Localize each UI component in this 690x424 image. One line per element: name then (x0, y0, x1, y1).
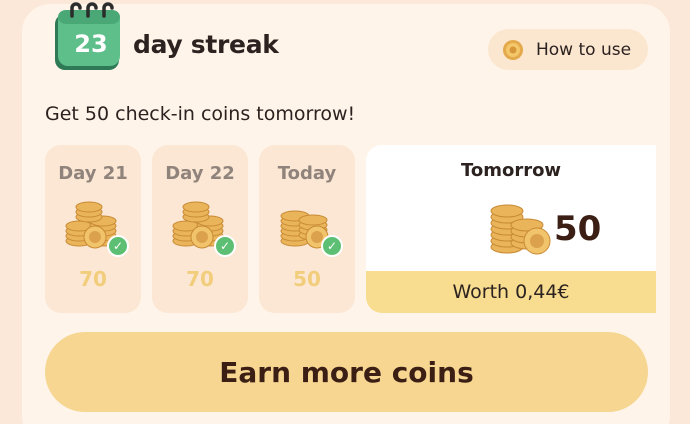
streak-title: day streak (133, 30, 279, 59)
how-to-use-button[interactable]: How to use (488, 29, 648, 70)
streak-count: 23 (74, 30, 108, 58)
checkmark-icon: ✓ (107, 235, 129, 257)
checkmark-icon: ✓ (321, 235, 343, 257)
tomorrow-card: Tomorrow 50 Worth 0,44€ (366, 145, 656, 313)
day-label: Day 22 (165, 163, 235, 184)
day-card-day21: Day 21 ✓ 70 (45, 145, 141, 313)
checkin-subtitle: Get 50 check-in coins tomorrow! (45, 103, 356, 125)
day-amount: 70 (186, 267, 214, 291)
how-to-use-label: How to use (536, 39, 632, 60)
day-label: Day 21 (58, 163, 128, 184)
checkmark-icon: ✓ (214, 235, 236, 257)
coin-icon (503, 39, 523, 60)
day-card-today: Today ✓ 50 (259, 145, 355, 313)
day-amount: 50 (293, 267, 321, 291)
earn-more-coins-button[interactable]: Earn more coins (45, 332, 648, 412)
day-label: Today (277, 163, 337, 184)
day-card-day22: Day 22 ✓ 70 (152, 145, 248, 313)
tomorrow-label: Tomorrow (460, 160, 562, 181)
tomorrow-amount: 50 (554, 209, 602, 249)
day-amount: 70 (79, 267, 107, 291)
tomorrow-worth: Worth 0,44€ (366, 271, 656, 313)
coin-stack-icon (490, 204, 551, 255)
